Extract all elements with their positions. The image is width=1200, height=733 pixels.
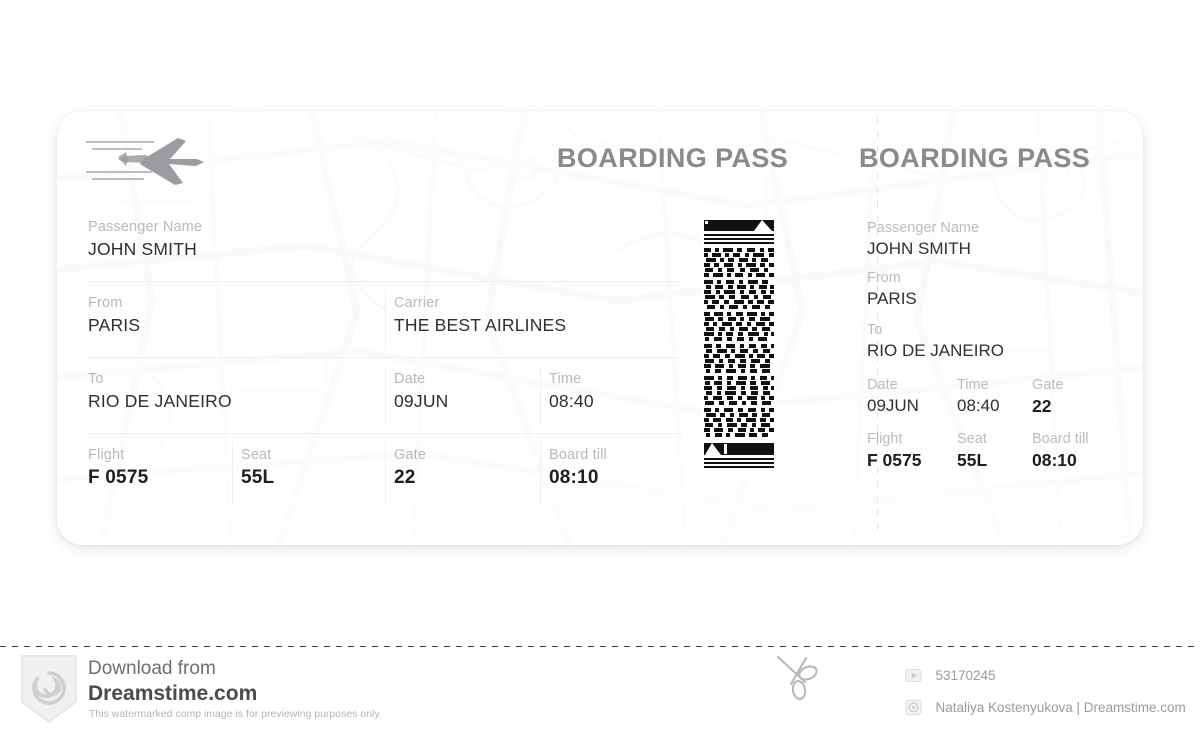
to-value: RIO DE JANEIRO (88, 391, 232, 412)
main-boarding-pass-heading: BOARDING PASS (557, 143, 789, 173)
divider-col-time (540, 366, 541, 426)
field-to: To RIO DE JANEIRO (88, 370, 232, 413)
field-gate: Gate 22 (394, 446, 426, 491)
field-seat: Seat 55L (241, 446, 274, 491)
image-id-value: 53170245 (935, 668, 996, 684)
carrier-value: THE BEST AIRLINES (394, 315, 567, 336)
field-from: From PARIS (88, 294, 140, 337)
stub-passenger-name-value: JOHN SMITH (867, 239, 971, 259)
to-label: To (88, 371, 104, 387)
airplane-icon (86, 138, 204, 185)
from-value: PARIS (88, 315, 141, 336)
stub-field-passenger-name: Passenger Name JOHN SMITH (867, 220, 979, 260)
stub-date-value: 09JUN (867, 396, 919, 416)
divider-col-seat (232, 442, 233, 504)
divider-col-gate (385, 442, 386, 504)
carrier-label: Carrier (394, 295, 440, 311)
footer-dashed-divider (0, 646, 1200, 647)
field-flight: Flight F 0575 (88, 446, 148, 491)
gate-label: Gate (394, 447, 427, 463)
divider-col-carrier (385, 290, 386, 350)
stub-field-date: Date 09JUN (867, 377, 919, 417)
stub-from-label: From (867, 270, 901, 286)
stub-boarding-pass-heading: BOARDING PASS (859, 143, 1091, 173)
screenshot-root: BOARDING PASS BOARDING PASS Passenger Na… (0, 0, 1200, 733)
field-time: Time 08:40 (549, 370, 594, 413)
flight-value: F 0575 (88, 467, 149, 489)
date-value: 09JUN (394, 391, 449, 412)
divider-row-2 (88, 357, 682, 358)
passenger-name-value: JOHN SMITH (88, 239, 197, 260)
stub-field-to: To RIO DE JANEIRO (867, 322, 1004, 362)
stub-time-label: Time (957, 377, 989, 393)
gate-value: 22 (394, 467, 416, 489)
board-till-value: 08:10 (549, 467, 599, 489)
download-from-label: Download from (88, 658, 216, 679)
seat-label: Seat (241, 447, 272, 463)
time-value: 08:40 (549, 391, 594, 412)
author-icon (905, 699, 922, 716)
stub-field-gate: Gate 22 (1032, 377, 1063, 418)
divider-col-board (540, 442, 541, 504)
stub-flight-value: F 0575 (867, 450, 922, 471)
field-passenger-name: Passenger Name JOHN SMITH (88, 218, 202, 261)
seat-value: 55L (241, 467, 275, 489)
image-id-row: 53170245 (905, 667, 996, 685)
stub-to-value: RIO DE JANEIRO (867, 341, 1004, 361)
stub-field-flight: Flight F 0575 (867, 431, 921, 472)
board-till-label: Board till (549, 447, 607, 463)
stub-seat-label: Seat (957, 431, 987, 447)
field-board-till: Board till 08:10 (549, 446, 607, 491)
stub-field-seat: Seat 55L (957, 431, 987, 472)
from-label: From (88, 295, 123, 311)
stub-field-from: From PARIS (867, 270, 917, 310)
flight-label: Flight (88, 447, 125, 463)
dreamstime-spiral-logo (21, 655, 77, 723)
stub-to-label: To (867, 322, 883, 338)
divider-row-1 (88, 281, 682, 282)
stub-from-value: PARIS (867, 289, 917, 309)
divider-col-date (385, 366, 386, 426)
date-label: Date (394, 371, 426, 387)
field-date: Date 09JUN (394, 370, 449, 413)
stub-gate-value: 22 (1032, 396, 1052, 417)
author-value: Nataliya Kostenyukova | Dreamstime.com (935, 700, 1186, 716)
stub-gate-label: Gate (1032, 377, 1064, 393)
stub-board-till-label: Board till (1032, 431, 1089, 447)
time-label: Time (549, 371, 582, 387)
dreamstime-site-label: Dreamstime.com (88, 682, 258, 705)
stub-seat-value: 55L (957, 450, 988, 471)
scissors-icon (776, 655, 818, 700)
stub-date-label: Date (867, 377, 898, 393)
stub-time-value: 08:40 (957, 396, 1000, 416)
stub-passenger-name-label: Passenger Name (867, 220, 980, 236)
author-row: Nataliya Kostenyukova | Dreamstime.com (905, 699, 1186, 717)
passenger-name-label: Passenger Name (88, 219, 203, 235)
stub-board-till-value: 08:10 (1032, 450, 1077, 471)
divider-row-3 (88, 433, 682, 434)
stub-field-time: Time 08:40 (957, 377, 1000, 417)
pdf417-barcode (702, 217, 776, 479)
field-carrier: Carrier THE BEST AIRLINES (394, 294, 566, 337)
stub-flight-label: Flight (867, 431, 903, 447)
image-id-icon (905, 669, 922, 683)
stub-field-board-till: Board till 08:10 (1032, 431, 1088, 472)
watermark-note: This watermarked comp image is for previ… (89, 708, 382, 720)
